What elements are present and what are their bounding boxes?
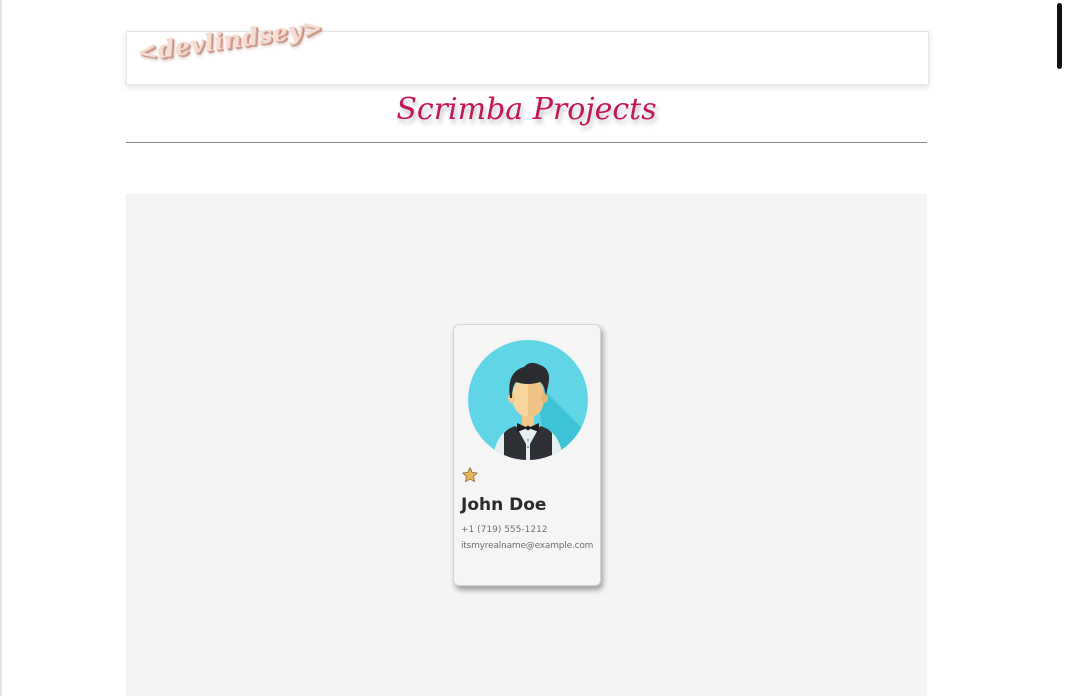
contact-card: John Doe +1 (719) 555-1212 itsmyrealname… bbox=[453, 324, 601, 586]
star-icon[interactable] bbox=[461, 466, 479, 484]
page-title: Scrimba Projects bbox=[396, 92, 657, 127]
contact-phone: +1 (719) 555-1212 bbox=[461, 525, 548, 535]
window-left-edge bbox=[0, 0, 2, 696]
waiter-avatar-icon bbox=[468, 340, 588, 460]
site-logo[interactable]: <devlindsey> bbox=[135, 12, 325, 67]
site-header: <devlindsey> bbox=[126, 12, 929, 85]
contact-email: itsmyrealname@example.com bbox=[461, 541, 594, 551]
title-divider bbox=[126, 142, 927, 143]
scrollbar-thumb[interactable] bbox=[1057, 3, 1062, 69]
contact-name: John Doe bbox=[461, 495, 547, 515]
